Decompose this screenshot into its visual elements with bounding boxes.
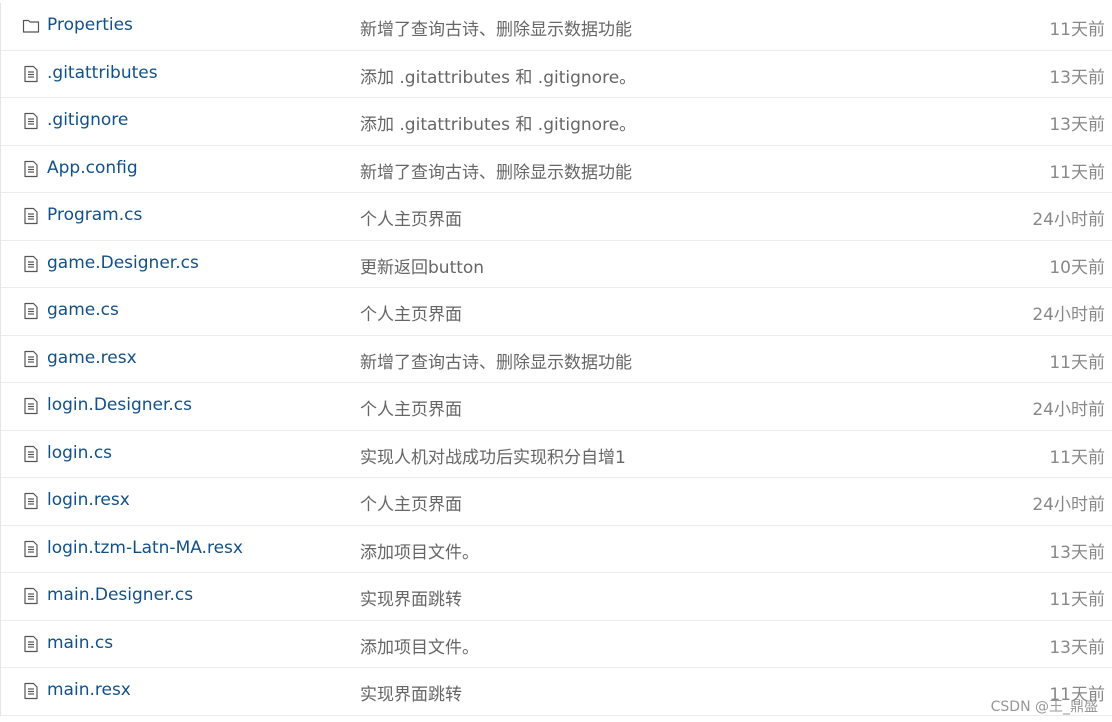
commit-age: 11天前 xyxy=(1049,447,1105,468)
commit-message-link[interactable]: 添加项目文件。 xyxy=(360,538,479,563)
file-row[interactable]: Program.cs 个人主页界面 24小时前 xyxy=(1,193,1112,241)
file-name-link[interactable]: Program.cs xyxy=(47,205,142,225)
file-row[interactable]: login.resx 个人主页界面 24小时前 xyxy=(1,478,1112,526)
file-name-link[interactable]: App.config xyxy=(47,158,138,178)
commit-age: 11天前 xyxy=(1049,20,1105,40)
commit-message-link[interactable]: 新增了查询古诗、删除显示数据功能 xyxy=(360,158,632,183)
file-name-link[interactable]: game.Designer.cs xyxy=(47,253,199,273)
file-row[interactable]: login.tzm-Latn-MA.resx 添加项目文件。 13天前 xyxy=(1,526,1112,573)
file-name-link[interactable]: game.cs xyxy=(47,300,119,320)
file-row[interactable]: login.cs 实现人机对战成功后实现积分自增1 11天前 xyxy=(1,431,1112,478)
commit-message-link[interactable]: 新增了查询古诗、删除显示数据功能 xyxy=(360,15,632,40)
file-row[interactable]: App.config 新增了查询古诗、删除显示数据功能 11天前 xyxy=(1,146,1112,193)
file-name-link[interactable]: main.resx xyxy=(47,680,131,700)
file-row[interactable]: .gitignore 添加 .gitattributes 和 .gitignor… xyxy=(1,98,1112,146)
commit-age: 13天前 xyxy=(1049,542,1105,563)
commit-message-link[interactable]: 添加 .gitattributes 和 .gitignore。 xyxy=(360,63,636,88)
file-icon xyxy=(22,112,40,130)
commit-message-link[interactable]: 个人主页界面 xyxy=(360,300,462,325)
file-icon xyxy=(22,492,40,510)
commit-message-link[interactable]: 实现界面跳转 xyxy=(360,585,462,610)
commit-message-link[interactable]: 个人主页界面 xyxy=(360,490,462,515)
file-name-link[interactable]: Properties xyxy=(47,15,133,35)
commit-age: 13天前 xyxy=(1049,637,1105,658)
commit-age: 11天前 xyxy=(1049,590,1105,610)
file-row[interactable]: main.Designer.cs 实现界面跳转 11天前 xyxy=(1,573,1112,621)
file-row[interactable]: .gitattributes 添加 .gitattributes 和 .giti… xyxy=(1,51,1112,98)
file-row[interactable]: Properties 新增了查询古诗、删除显示数据功能 11天前 xyxy=(1,3,1112,51)
file-icon xyxy=(22,65,40,83)
commit-age: 10天前 xyxy=(1049,257,1105,278)
commit-age: 11天前 xyxy=(1049,162,1105,183)
commit-message-link[interactable]: 新增了查询古诗、删除显示数据功能 xyxy=(360,348,632,373)
commit-age: 24小时前 xyxy=(1032,495,1105,515)
file-icon xyxy=(22,255,40,273)
file-name-link[interactable]: .gitignore xyxy=(47,110,128,130)
folder-icon xyxy=(22,17,40,35)
file-name-link[interactable]: login.resx xyxy=(47,490,130,510)
commit-message-link[interactable]: 添加 .gitattributes 和 .gitignore。 xyxy=(360,110,636,135)
file-icon xyxy=(22,587,40,605)
file-list: Properties 新增了查询古诗、删除显示数据功能 11天前 .gitatt… xyxy=(0,3,1112,716)
file-icon xyxy=(22,445,40,463)
file-icon xyxy=(22,635,40,653)
commit-message-link[interactable]: 添加项目文件。 xyxy=(360,633,479,658)
commit-age: 11天前 xyxy=(1049,352,1105,373)
commit-age: 24小时前 xyxy=(1032,305,1105,325)
file-row[interactable]: game.cs 个人主页界面 24小时前 xyxy=(1,288,1112,336)
file-name-link[interactable]: login.tzm-Latn-MA.resx xyxy=(47,538,243,558)
file-icon xyxy=(22,350,40,368)
commit-message-link[interactable]: 实现人机对战成功后实现积分自增1 xyxy=(360,443,626,468)
commit-message-link[interactable]: 更新返回button xyxy=(360,253,484,278)
csdn-watermark: CSDN @王_鼎盛 xyxy=(990,699,1098,715)
commit-age: 13天前 xyxy=(1049,67,1105,88)
file-row[interactable]: main.resx 实现界面跳转 11天前 xyxy=(1,668,1112,716)
file-row[interactable]: game.resx 新增了查询古诗、删除显示数据功能 11天前 xyxy=(1,336,1112,383)
file-icon xyxy=(22,540,40,558)
commit-message-link[interactable]: 个人主页界面 xyxy=(360,395,462,420)
file-icon xyxy=(22,207,40,225)
file-icon xyxy=(22,160,40,178)
file-row[interactable]: main.cs 添加项目文件。 13天前 xyxy=(1,621,1112,668)
commit-age: 24小时前 xyxy=(1032,210,1105,230)
commit-message-link[interactable]: 实现界面跳转 xyxy=(360,680,462,705)
file-icon xyxy=(22,397,40,415)
file-row[interactable]: login.Designer.cs 个人主页界面 24小时前 xyxy=(1,383,1112,431)
file-name-link[interactable]: main.cs xyxy=(47,633,113,653)
commit-age: 24小时前 xyxy=(1032,400,1105,420)
file-icon xyxy=(22,682,40,700)
file-name-link[interactable]: main.Designer.cs xyxy=(47,585,193,605)
commit-message-link[interactable]: 个人主页界面 xyxy=(360,205,462,230)
commit-age: 13天前 xyxy=(1049,115,1105,135)
file-name-link[interactable]: .gitattributes xyxy=(47,63,158,83)
file-row[interactable]: game.Designer.cs 更新返回button 10天前 xyxy=(1,241,1112,288)
file-icon xyxy=(22,302,40,320)
file-name-link[interactable]: login.cs xyxy=(47,443,112,463)
file-name-link[interactable]: game.resx xyxy=(47,348,137,368)
file-name-link[interactable]: login.Designer.cs xyxy=(47,395,192,415)
